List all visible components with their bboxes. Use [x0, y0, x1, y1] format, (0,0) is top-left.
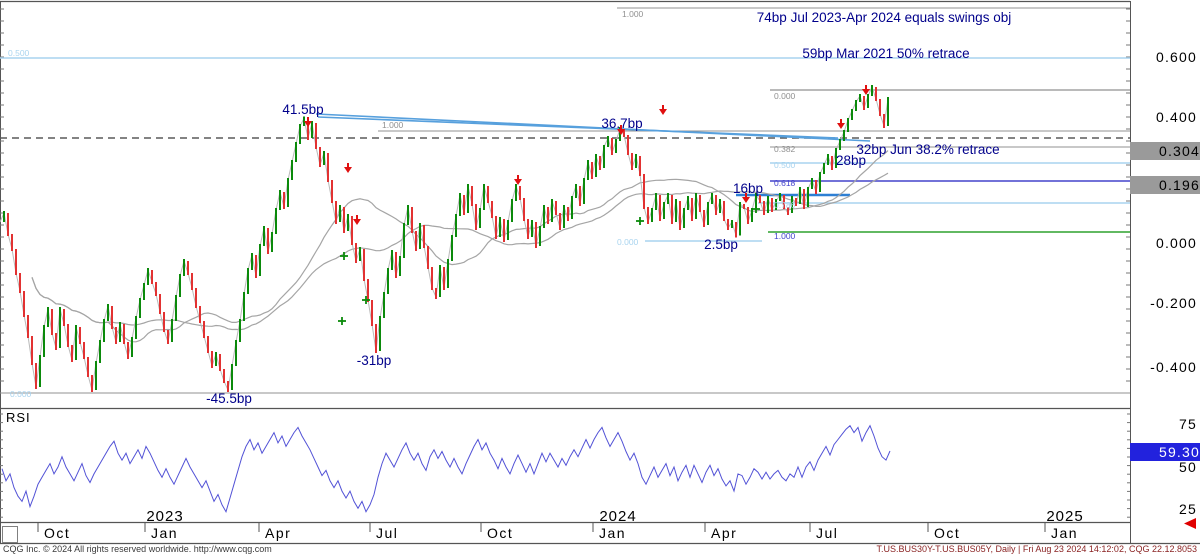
annotation-text: 74bp Jul 2023-Apr 2024 equals swings obj: [757, 10, 1011, 25]
sell-arrow-icon: [353, 215, 361, 225]
fib-label: 1.000: [774, 231, 796, 241]
fib-label: 0.382: [774, 144, 796, 154]
fib-label: 0.618: [774, 178, 796, 188]
price-axis-label: -0.200: [1131, 295, 1197, 311]
rsi-value-badge: 59.30: [1130, 443, 1200, 461]
annotation-text: -31bp: [357, 353, 392, 368]
fib-label: 0.000: [774, 91, 796, 101]
copyright-text: CQG Inc. © 2024 All rights reserved worl…: [3, 544, 272, 554]
status-bar: CQG Inc. © 2024 All rights reserved worl…: [0, 544, 1200, 554]
month-label: Jul: [816, 525, 838, 541]
month-label: Jul: [376, 525, 398, 541]
month-label: Oct: [487, 525, 513, 541]
annotation-text: 36.7bp: [601, 116, 642, 131]
sell-arrow-icon: [344, 163, 352, 173]
scroll-latest-arrow-icon[interactable]: [1184, 518, 1196, 529]
annotation-text: 59bp Mar 2021 50% retrace: [802, 46, 969, 61]
sell-arrow-icon: [837, 119, 845, 129]
price-axis-label: 0.400: [1131, 109, 1197, 125]
month-label: Apr: [711, 525, 737, 541]
annotation-text: 16bp: [733, 181, 763, 196]
month-label: Oct: [44, 525, 70, 541]
price-axis-label: 0.000: [1131, 235, 1197, 251]
chart-canvas[interactable]: 0.500 1.000 0.000 1.000 0.382 0.500 0.618 0.786…: [0, 0, 1200, 554]
annotation-text: -45.5bp: [206, 391, 252, 406]
cqg-chart-window: 0.500 1.000 0.000 1.000 0.382 0.500 0.618 0.786…: [0, 0, 1200, 554]
fib-label: 0.000: [617, 237, 639, 247]
annotation-text: 41.5bp: [282, 102, 323, 117]
year-label: 2024: [599, 508, 636, 525]
fib-label: 0.500: [8, 48, 30, 58]
symbol-status-text: T.US.BUS30Y-T.US.BUS05Y, Daily | Fri Aug…: [876, 544, 1197, 554]
month-label: Jan: [151, 525, 178, 541]
month-label: Oct: [934, 525, 960, 541]
rsi-pane-title: RSI: [6, 410, 31, 425]
rsi-plot-group[interactable]: [2, 426, 890, 512]
corner-handle-button[interactable]: [2, 526, 18, 543]
sell-arrow-icon: [659, 105, 667, 115]
year-label: 2025: [1046, 508, 1083, 525]
rsi-axis-label: 75: [1131, 416, 1197, 432]
rsi-axis-label: 50: [1131, 459, 1197, 475]
fib-label: 1.000: [382, 120, 404, 130]
price-axis-label: -0.400: [1131, 359, 1197, 375]
price-axis-label: 0.600: [1131, 49, 1197, 65]
price-connector-line: [0, 87, 888, 390]
month-label: Jan: [599, 525, 626, 541]
sell-arrow-icon: [514, 175, 522, 185]
rsi-axis-label: 25: [1131, 501, 1197, 517]
annotation-text: 2.5bp: [704, 237, 738, 252]
year-label: 2023: [146, 508, 183, 525]
annotation-text: 32bp Jun 38.2% retrace: [856, 142, 999, 157]
month-label: Jan: [1051, 525, 1078, 541]
fib-label: 0.786: [774, 200, 796, 210]
price-highlight-badge: 0.196: [1130, 176, 1200, 194]
month-label: Apr: [265, 525, 291, 541]
annotation-text: 28bp: [836, 153, 866, 168]
price-highlight-badge: 0.304: [1130, 142, 1200, 160]
fib-label: 0.000: [10, 389, 32, 399]
fib-label: 1.000: [622, 9, 644, 19]
fib-label: 0.500: [774, 160, 796, 170]
rsi-line: [2, 426, 890, 512]
